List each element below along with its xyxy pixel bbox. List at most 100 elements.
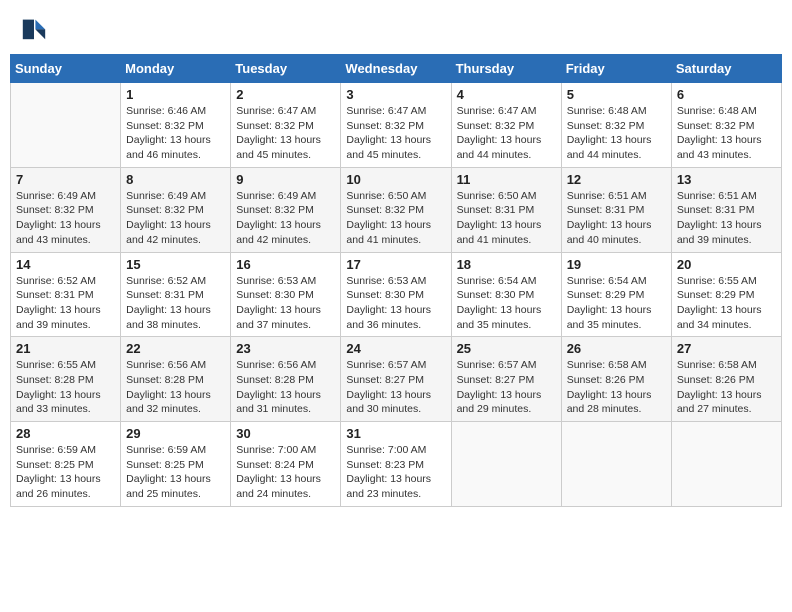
weekday-header: Sunday [11, 55, 121, 83]
day-number: 8 [126, 172, 225, 187]
day-number: 11 [457, 172, 556, 187]
weekday-header-row: SundayMondayTuesdayWednesdayThursdayFrid… [11, 55, 782, 83]
calendar-cell: 3Sunrise: 6:47 AMSunset: 8:32 PMDaylight… [341, 83, 451, 168]
weekday-header: Wednesday [341, 55, 451, 83]
calendar-cell: 4 Sunrise: 6:47 AMSunset: 8:32 PMDaylight… [451, 83, 561, 168]
calendar-cell: 30 Sunrise: 7:00 AMSunset: 8:24 PMDayligh… [231, 422, 341, 507]
day-number: 2 [236, 87, 335, 102]
day-number: 31 [346, 426, 445, 441]
day-info: Sunrise: 6:57 AMSunset: 8:27 PMDaylight:… [346, 358, 445, 417]
day-info: Sunrise: 6:59 AMSunset: 8:25 PMDaylight:… [16, 443, 115, 502]
day-info: Sunrise: 6:46 AMSunset: 8:32 PMDaylight:… [126, 104, 225, 163]
day-info: Sunrise: 6:52 AMSunset: 8:31 PMDaylight:… [16, 274, 115, 333]
day-info: Sunrise: 6:53 AMSunset: 8:30 PMDaylight:… [236, 274, 335, 333]
day-info: Sunrise: 6:49 AMSunset: 8:32 PMDaylight:… [126, 189, 225, 248]
calendar-cell: 9 Sunrise: 6:49 AMSunset: 8:32 PMDaylight… [231, 167, 341, 252]
day-number: 1 [126, 87, 225, 102]
calendar-cell: 10Sunrise: 6:50 AMSunset: 8:32 PMDayligh… [341, 167, 451, 252]
day-info: Sunrise: 6:55 AMSunset: 8:29 PMDaylight:… [677, 274, 776, 333]
calendar-table: SundayMondayTuesdayWednesdayThursdayFrid… [10, 54, 782, 507]
calendar-cell: 14 Sunrise: 6:52 AMSunset: 8:31 PMDayligh… [11, 252, 121, 337]
calendar-cell: 5 Sunrise: 6:48 AMSunset: 8:32 PMDaylight… [561, 83, 671, 168]
calendar-cell: 7 Sunrise: 6:49 AMSunset: 8:32 PMDaylight… [11, 167, 121, 252]
day-number: 12 [567, 172, 666, 187]
calendar-week-row: 1 Sunrise: 6:46 AMSunset: 8:32 PMDaylight… [11, 83, 782, 168]
calendar-cell: 26 Sunrise: 6:58 AMSunset: 8:26 PMDayligh… [561, 337, 671, 422]
calendar-week-row: 14 Sunrise: 6:52 AMSunset: 8:31 PMDayligh… [11, 252, 782, 337]
day-number: 3 [346, 87, 445, 102]
calendar-cell [451, 422, 561, 507]
day-info: Sunrise: 6:57 AMSunset: 8:27 PMDaylight:… [457, 358, 556, 417]
calendar-cell: 13 Sunrise: 6:51 AMSunset: 8:31 PMDayligh… [671, 167, 781, 252]
calendar-cell: 29Sunrise: 6:59 AMSunset: 8:25 PMDayligh… [121, 422, 231, 507]
calendar-cell: 20Sunrise: 6:55 AMSunset: 8:29 PMDayligh… [671, 252, 781, 337]
calendar-cell [671, 422, 781, 507]
calendar-week-row: 28 Sunrise: 6:59 AMSunset: 8:25 PMDayligh… [11, 422, 782, 507]
day-number: 15 [126, 257, 225, 272]
weekday-header: Tuesday [231, 55, 341, 83]
calendar-cell: 24Sunrise: 6:57 AMSunset: 8:27 PMDayligh… [341, 337, 451, 422]
day-info: Sunrise: 6:53 AMSunset: 8:30 PMDaylight:… [346, 274, 445, 333]
day-info: Sunrise: 6:59 AMSunset: 8:25 PMDaylight:… [126, 443, 225, 502]
logo-icon [20, 14, 48, 42]
day-number: 7 [16, 172, 115, 187]
calendar-cell: 23 Sunrise: 6:56 AMSunset: 8:28 PMDayligh… [231, 337, 341, 422]
day-number: 17 [346, 257, 445, 272]
day-number: 25 [457, 341, 556, 356]
calendar-week-row: 21 Sunrise: 6:55 AMSunset: 8:28 PMDayligh… [11, 337, 782, 422]
calendar-week-row: 7 Sunrise: 6:49 AMSunset: 8:32 PMDaylight… [11, 167, 782, 252]
calendar-cell: 11Sunrise: 6:50 AMSunset: 8:31 PMDayligh… [451, 167, 561, 252]
calendar-cell: 18Sunrise: 6:54 AMSunset: 8:30 PMDayligh… [451, 252, 561, 337]
weekday-header: Saturday [671, 55, 781, 83]
weekday-header: Monday [121, 55, 231, 83]
calendar-cell: 16Sunrise: 6:53 AMSunset: 8:30 PMDayligh… [231, 252, 341, 337]
day-number: 26 [567, 341, 666, 356]
weekday-header: Thursday [451, 55, 561, 83]
logo [20, 14, 50, 42]
day-info: Sunrise: 6:51 AMSunset: 8:31 PMDaylight:… [677, 189, 776, 248]
calendar-cell: 22 Sunrise: 6:56 AMSunset: 8:28 PMDayligh… [121, 337, 231, 422]
day-info: Sunrise: 6:56 AMSunset: 8:28 PMDaylight:… [236, 358, 335, 417]
day-number: 5 [567, 87, 666, 102]
day-info: Sunrise: 6:49 AMSunset: 8:32 PMDaylight:… [236, 189, 335, 248]
day-number: 9 [236, 172, 335, 187]
day-info: Sunrise: 6:54 AMSunset: 8:30 PMDaylight:… [457, 274, 556, 333]
day-info: Sunrise: 6:47 AMSunset: 8:32 PMDaylight:… [457, 104, 556, 163]
day-number: 30 [236, 426, 335, 441]
calendar-cell: 2 Sunrise: 6:47 AMSunset: 8:32 PMDaylight… [231, 83, 341, 168]
calendar-cell: 12Sunrise: 6:51 AMSunset: 8:31 PMDayligh… [561, 167, 671, 252]
day-info: Sunrise: 6:55 AMSunset: 8:28 PMDaylight:… [16, 358, 115, 417]
day-number: 13 [677, 172, 776, 187]
calendar-cell: 27 Sunrise: 6:58 AMSunset: 8:26 PMDayligh… [671, 337, 781, 422]
day-number: 4 [457, 87, 556, 102]
calendar-cell: 15 Sunrise: 6:52 AMSunset: 8:31 PMDayligh… [121, 252, 231, 337]
day-number: 23 [236, 341, 335, 356]
calendar-cell [561, 422, 671, 507]
calendar-cell: 17 Sunrise: 6:53 AMSunset: 8:30 PMDayligh… [341, 252, 451, 337]
calendar-cell: 8 Sunrise: 6:49 AMSunset: 8:32 PMDaylight… [121, 167, 231, 252]
day-number: 27 [677, 341, 776, 356]
day-info: Sunrise: 6:58 AMSunset: 8:26 PMDaylight:… [677, 358, 776, 417]
weekday-header: Friday [561, 55, 671, 83]
day-info: Sunrise: 6:47 AMSunset: 8:32 PMDaylight:… [236, 104, 335, 163]
day-number: 28 [16, 426, 115, 441]
day-number: 21 [16, 341, 115, 356]
day-number: 6 [677, 87, 776, 102]
calendar-cell: 19Sunrise: 6:54 AMSunset: 8:29 PMDayligh… [561, 252, 671, 337]
day-info: Sunrise: 6:49 AMSunset: 8:32 PMDaylight:… [16, 189, 115, 248]
day-info: Sunrise: 6:58 AMSunset: 8:26 PMDaylight:… [567, 358, 666, 417]
day-info: Sunrise: 7:00 AMSunset: 8:23 PMDaylight:… [346, 443, 445, 502]
calendar-cell [11, 83, 121, 168]
day-info: Sunrise: 6:54 AMSunset: 8:29 PMDaylight:… [567, 274, 666, 333]
calendar-cell: 31 Sunrise: 7:00 AMSunset: 8:23 PMDayligh… [341, 422, 451, 507]
day-info: Sunrise: 6:56 AMSunset: 8:28 PMDaylight:… [126, 358, 225, 417]
day-number: 14 [16, 257, 115, 272]
day-info: Sunrise: 6:52 AMSunset: 8:31 PMDaylight:… [126, 274, 225, 333]
day-info: Sunrise: 7:00 AMSunset: 8:24 PMDaylight:… [236, 443, 335, 502]
day-number: 22 [126, 341, 225, 356]
day-info: Sunrise: 6:48 AMSunset: 8:32 PMDaylight:… [567, 104, 666, 163]
day-info: Sunrise: 6:48 AMSunset: 8:32 PMDaylight:… [677, 104, 776, 163]
calendar-cell: 25 Sunrise: 6:57 AMSunset: 8:27 PMDayligh… [451, 337, 561, 422]
calendar-cell: 28 Sunrise: 6:59 AMSunset: 8:25 PMDayligh… [11, 422, 121, 507]
calendar-cell: 1 Sunrise: 6:46 AMSunset: 8:32 PMDaylight… [121, 83, 231, 168]
